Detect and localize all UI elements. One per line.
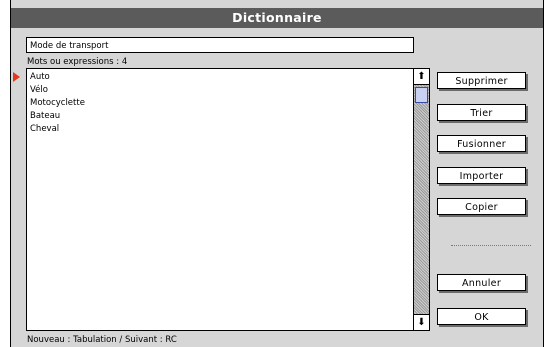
delete-button[interactable]: Supprimer <box>437 72 526 89</box>
import-button[interactable]: Importer <box>437 167 526 184</box>
dialog-title: Dictionnaire <box>11 8 543 28</box>
entry-name-field[interactable]: Mode de transport <box>26 37 414 53</box>
list-scrollbar[interactable]: ⬆ ⬇ <box>413 69 429 330</box>
list-item[interactable]: Bateau <box>29 110 411 123</box>
arrow-up-icon[interactable]: ⬆ <box>414 69 429 85</box>
sort-button[interactable]: Trier <box>437 104 526 121</box>
ok-button[interactable]: OK <box>437 308 526 325</box>
list-item[interactable]: Auto <box>29 71 411 84</box>
cancel-button[interactable]: Annuler <box>437 274 526 291</box>
list-items: Auto Vélo Motocyclette Bateau Cheval <box>29 71 411 136</box>
list-item[interactable]: Cheval <box>29 123 411 136</box>
scroll-track[interactable] <box>414 85 429 314</box>
words-list[interactable]: Auto Vélo Motocyclette Bateau Cheval ⬆ ⬇ <box>26 68 430 331</box>
dictionary-dialog: Dictionnaire Mode de transport Mots ou e… <box>10 0 544 347</box>
triangle-right-icon <box>13 72 20 82</box>
words-count-label: Mots ou expressions : 4 <box>27 57 128 67</box>
merge-button[interactable]: Fusionner <box>437 135 526 152</box>
copy-button[interactable]: Copier <box>437 198 526 215</box>
keyboard-hint: Nouveau : Tabulation / Suivant : RC <box>27 335 177 345</box>
list-item[interactable]: Motocyclette <box>29 97 411 110</box>
dotted-separator <box>451 245 531 246</box>
list-item[interactable]: Vélo <box>29 84 411 97</box>
arrow-down-icon[interactable]: ⬇ <box>414 314 429 330</box>
scroll-thumb[interactable] <box>415 87 428 103</box>
